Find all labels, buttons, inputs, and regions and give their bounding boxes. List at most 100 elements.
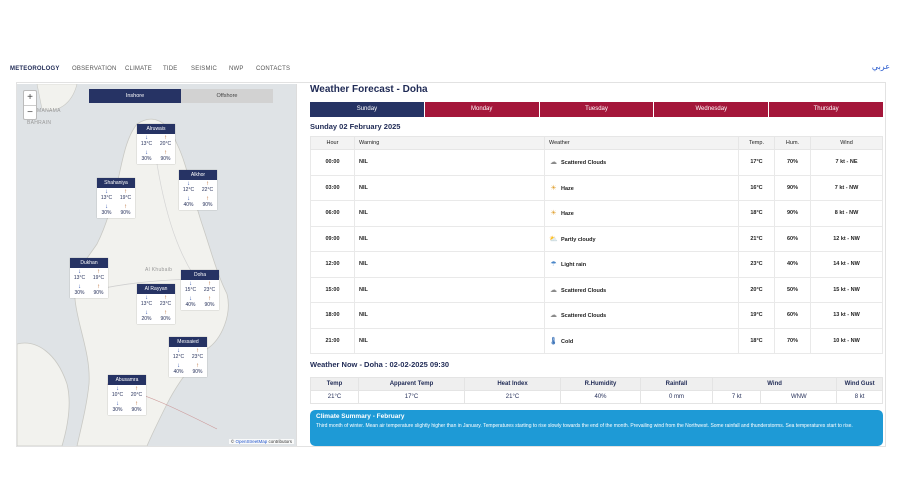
min-humidity: 30% [141,156,152,162]
station-messaied[interactable]: Messaied ↓ 12°C ↑ 23°C ↓ 40% ↑ 90% [169,337,207,377]
table-row: 15:00 NIL ☁ Scattered Clouds 20°C 50% 15 … [310,276,883,303]
forecast-section: Weather Forecast - Doha Sunday Monday Tu… [310,84,883,446]
tab-thursday[interactable]: Thursday [769,102,883,117]
station-alkhor[interactable]: Alkhor ↓ 12°C ↑ 22°C ↓ 40% ↑ 90% [179,170,217,210]
min-humidity: 40% [173,369,184,375]
apparent-temp-value: 17°C [358,390,465,404]
offshore-toggle[interactable]: Offshore [181,89,273,103]
tab-sunday[interactable]: Sunday [310,102,425,117]
column-header-warning: Warning [354,136,545,150]
table-row: 18:00 NIL ☁ Scattered Clouds 19°C 60% 13 … [310,302,883,329]
station-name: Alkhor [179,170,217,180]
station-al-rayyan[interactable]: Al Rayyan ↓ 13°C ↑ 23°C ↓ 20% ↑ 90% [137,284,175,324]
zoom-out-button[interactable]: − [24,105,36,119]
table-row: 21:00 NIL 🌡 Cold 18°C 70% 10 kt - NW [310,327,883,354]
wind-cell: 8 kt - NW [810,200,883,227]
hour-cell: 15:00 [310,276,355,303]
wind-cell: 15 kt - NW [810,276,883,303]
hour-cell: 09:00 [310,225,355,252]
min-temp: 15°C [184,287,197,293]
wind-cell: 7 kt - NE [810,149,883,176]
partly-cloudy-icon: ⛅ [549,235,558,243]
min-temp: 12°C [182,187,195,193]
warning-cell: NIL [354,225,545,252]
warning-cell: NIL [354,251,545,278]
forecast-date: Sunday 02 February 2025 [310,122,401,131]
max-humidity: 90% [160,316,171,322]
nav-climate[interactable]: CLIMATE [125,66,152,72]
temp-cell: 19°C [738,302,775,329]
min-humidity: 30% [101,210,112,216]
rainfall-value: 0 mm [640,390,713,404]
station-name: Al Rayyan [137,284,175,294]
min-humidity: 30% [112,407,123,413]
tab-tuesday[interactable]: Tuesday [539,102,655,117]
min-temp: 10°C [111,392,124,398]
warning-cell: NIL [354,174,545,201]
station-alruwais[interactable]: Alruwais ↓ 13°C ↑ 20°C ↓ 30% ↑ 90% [137,124,175,164]
max-temp: 19°C [92,275,105,281]
map-label-al-khubaib: Al Khubaib [145,267,173,273]
thermometer-icon: 🌡 [549,337,558,345]
min-temp: 13°C [73,275,86,281]
nav-meteorology[interactable]: METEOROLOGY [10,66,60,72]
column-header-apparent-temp: Apparent Temp [358,377,465,391]
wind-direction-value: WNW [760,390,838,404]
weather-cell: ☂ Light rain [544,251,739,278]
nav-seismic[interactable]: SEISMIC [191,66,217,72]
nav-nwp[interactable]: NWP [229,66,244,72]
openstreetmap-link[interactable]: OpenStreetMap [235,439,267,444]
column-header-rainfall: Rainfall [640,377,713,391]
warning-cell: NIL [354,302,545,329]
weather-cell: 🌡 Cold [544,327,739,354]
tab-wednesday[interactable]: Wednesday [654,102,770,117]
nav-tide[interactable]: TIDE [163,66,177,72]
temp-cell: 21°C [738,225,775,252]
table-row: 12:00 NIL ☂ Light rain 23°C 40% 14 kt - N… [310,251,883,278]
weather-cell: ☀ Haze [544,174,739,201]
cloud-icon: ☁ [550,159,557,167]
humidity-cell: 50% [774,276,811,303]
max-humidity: 90% [93,290,104,296]
weather-now-title: Weather Now - Doha : 02-02-2025 09:30 [310,360,450,369]
column-header-temp: Temp [310,377,359,391]
station-doha[interactable]: Doha ↓ 15°C ↑ 23°C ↓ 40% ↑ 90% [181,270,219,310]
wind-cell: 13 kt - NW [810,302,883,329]
table-header: Temp Apparent Temp Heat Index R.Humidity… [310,377,883,391]
stations-map[interactable]: + − Inshore Offshore MANAMA BAHRAIN Al K… [17,84,297,446]
haze-icon: ☀ [550,184,557,192]
weather-cell: ☀ Haze [544,200,739,227]
light-rain-icon: ☂ [550,261,557,269]
map-attribution: © OpenStreetMap contributors [228,439,294,444]
weather-cell: ☁ Scattered Clouds [544,149,739,176]
temp-value: 21°C [310,390,359,404]
humidity-cell: 70% [774,149,811,176]
column-header-hour: Hour [310,136,355,150]
station-abusamra[interactable]: Abusamra ↓ 10°C ↑ 20°C ↓ 30% ↑ 90% [108,375,146,415]
heat-index-value: 21°C [464,390,561,404]
max-temp: 23°C [159,301,172,307]
nav-observation[interactable]: OBSERVATION [72,66,117,72]
hour-cell: 21:00 [310,327,355,354]
hour-cell: 18:00 [310,302,355,329]
temp-cell: 17°C [738,149,775,176]
station-shahaniya[interactable]: Shahaniya ↓ 13°C ↑ 19°C ↓ 30% ↑ 90% [97,178,135,218]
column-header-wind: Wind [810,136,883,150]
arabic-language-link[interactable]: عربي [872,62,890,71]
station-dukhan[interactable]: Dukhan ↓ 13°C ↑ 19°C ↓ 30% ↑ 90% [70,258,108,298]
nav-contacts[interactable]: CONTACTS [256,66,290,72]
max-temp: 23°C [191,354,204,360]
tab-monday[interactable]: Monday [424,102,540,117]
haze-icon: ☀ [550,210,557,218]
wind-cell: 12 kt - NW [810,225,883,252]
max-temp: 23°C [203,287,216,293]
humidity-cell: 60% [774,225,811,252]
max-humidity: 90% [204,302,215,308]
climate-summary: Climate Summary - February Third month o… [310,410,883,446]
table-row: 03:00 NIL ☀ Haze 16°C 90% 7 kt - NW [310,174,883,201]
max-temp: 20°C [159,141,172,147]
wind-cell: 7 kt - NW [810,174,883,201]
column-header-humidity: R.Humidity [560,377,641,391]
inshore-toggle[interactable]: Inshore [89,89,181,103]
zoom-in-button[interactable]: + [24,91,36,105]
